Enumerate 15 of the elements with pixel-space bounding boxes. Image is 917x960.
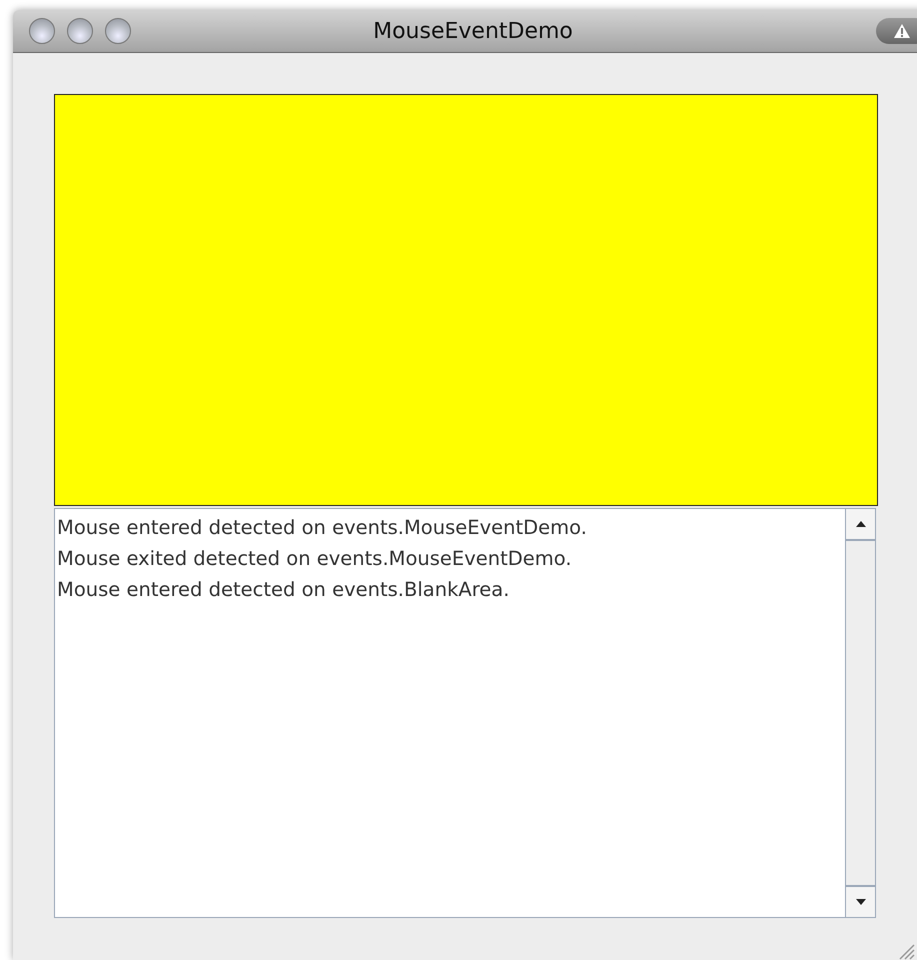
window-control-button[interactable] <box>105 18 131 44</box>
log-line: Mouse entered detected on events.MouseEventDemo. <box>57 515 588 541</box>
log-line: Mouse exited detected on events.MouseEventDemo. <box>57 546 573 572</box>
window-control-button[interactable] <box>67 18 93 44</box>
log-text-area[interactable]: Mouse entered detected on events.MouseEventDemo. Mouse exited detected on events.MouseEventDemo. Mouse entered detected on events.BlankArea. <box>54 508 876 918</box>
scroll-down-button[interactable] <box>846 885 875 917</box>
scrollbar[interactable] <box>845 509 875 917</box>
scroll-up-button[interactable] <box>846 509 875 541</box>
down-arrow-icon <box>854 898 866 906</box>
up-arrow-icon <box>854 520 866 528</box>
log-line: Mouse entered detected on events.BlankArea. <box>57 577 510 603</box>
window-title: MouseEventDemo <box>373 18 573 44</box>
warning-icon <box>893 23 911 39</box>
toolbar-toggle-button[interactable] <box>876 18 917 44</box>
window-control-button[interactable] <box>29 18 55 44</box>
